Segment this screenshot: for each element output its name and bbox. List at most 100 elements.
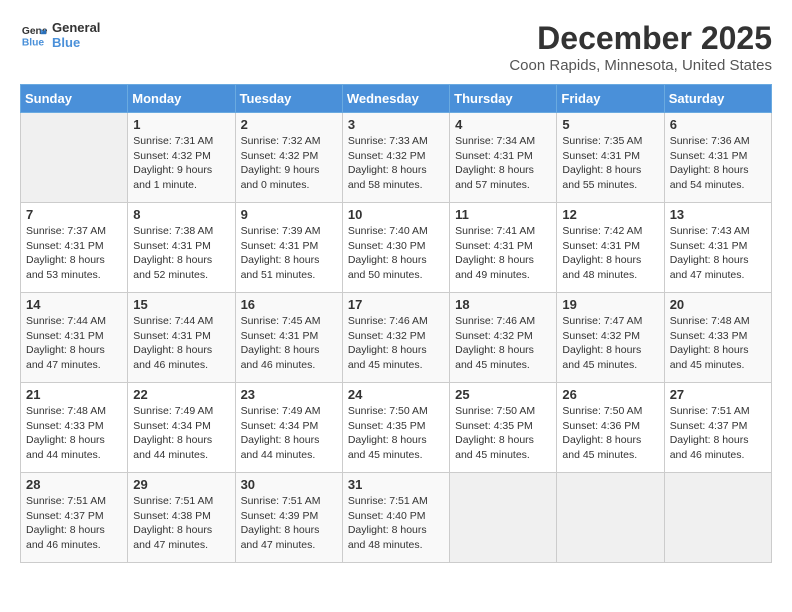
day-info: Sunrise: 7:42 AM Sunset: 4:31 PM Dayligh… (562, 224, 658, 283)
day-number: 30 (241, 477, 337, 492)
day-info: Sunrise: 7:48 AM Sunset: 4:33 PM Dayligh… (670, 314, 766, 373)
day-cell: 24 Sunrise: 7:50 AM Sunset: 4:35 PM Dayli… (342, 383, 449, 473)
day-info: Sunrise: 7:34 AM Sunset: 4:31 PM Dayligh… (455, 134, 551, 193)
day-cell: 20 Sunrise: 7:48 AM Sunset: 4:33 PM Dayli… (664, 293, 771, 383)
logo-line2: Blue (52, 35, 100, 50)
day-cell: 21 Sunrise: 7:48 AM Sunset: 4:33 PM Dayli… (21, 383, 128, 473)
day-number: 5 (562, 117, 658, 132)
day-number: 25 (455, 387, 551, 402)
calendar-table: SundayMondayTuesdayWednesdayThursdayFrid… (20, 84, 772, 563)
day-cell (450, 473, 557, 563)
day-number: 20 (670, 297, 766, 312)
day-number: 14 (26, 297, 122, 312)
day-cell: 8 Sunrise: 7:38 AM Sunset: 4:31 PM Daylig… (128, 203, 235, 293)
day-info: Sunrise: 7:36 AM Sunset: 4:31 PM Dayligh… (670, 134, 766, 193)
column-header-friday: Friday (557, 85, 664, 113)
day-cell: 7 Sunrise: 7:37 AM Sunset: 4:31 PM Daylig… (21, 203, 128, 293)
day-cell: 6Sunrise: 7:36 AM Sunset: 4:31 PM Daylig… (664, 113, 771, 203)
day-number: 7 (26, 207, 122, 222)
day-info: Sunrise: 7:35 AM Sunset: 4:31 PM Dayligh… (562, 134, 658, 193)
day-number: 21 (26, 387, 122, 402)
week-row: 7 Sunrise: 7:37 AM Sunset: 4:31 PM Daylig… (21, 203, 772, 293)
day-number: 22 (133, 387, 229, 402)
day-cell: 1 Sunrise: 7:31 AM Sunset: 4:32 PM Daylig… (128, 113, 235, 203)
day-number: 8 (133, 207, 229, 222)
day-cell (664, 473, 771, 563)
day-cell: 5 Sunrise: 7:35 AM Sunset: 4:31 PM Daylig… (557, 113, 664, 203)
day-cell: 26 Sunrise: 7:50 AM Sunset: 4:36 PM Dayli… (557, 383, 664, 473)
day-info: Sunrise: 7:46 AM Sunset: 4:32 PM Dayligh… (348, 314, 444, 373)
day-cell: 10 Sunrise: 7:40 AM Sunset: 4:30 PM Dayli… (342, 203, 449, 293)
day-info: Sunrise: 7:50 AM Sunset: 4:36 PM Dayligh… (562, 404, 658, 463)
day-number: 11 (455, 207, 551, 222)
week-row: 1 Sunrise: 7:31 AM Sunset: 4:32 PM Daylig… (21, 113, 772, 203)
day-number: 28 (26, 477, 122, 492)
day-number: 13 (670, 207, 766, 222)
day-cell: 28 Sunrise: 7:51 AM Sunset: 4:37 PM Dayli… (21, 473, 128, 563)
day-info: Sunrise: 7:51 AM Sunset: 4:40 PM Dayligh… (348, 494, 444, 553)
day-info: Sunrise: 7:44 AM Sunset: 4:31 PM Dayligh… (26, 314, 122, 373)
day-info: Sunrise: 7:49 AM Sunset: 4:34 PM Dayligh… (133, 404, 229, 463)
day-number: 24 (348, 387, 444, 402)
column-header-sunday: Sunday (21, 85, 128, 113)
day-cell: 12 Sunrise: 7:42 AM Sunset: 4:31 PM Dayli… (557, 203, 664, 293)
day-info: Sunrise: 7:37 AM Sunset: 4:31 PM Dayligh… (26, 224, 122, 283)
day-number: 18 (455, 297, 551, 312)
day-cell: 18Sunrise: 7:46 AM Sunset: 4:32 PM Dayli… (450, 293, 557, 383)
column-header-monday: Monday (128, 85, 235, 113)
title-block: December 2025 Coon Rapids, Minnesota, Un… (509, 20, 772, 74)
day-info: Sunrise: 7:45 AM Sunset: 4:31 PM Dayligh… (241, 314, 337, 373)
day-info: Sunrise: 7:51 AM Sunset: 4:39 PM Dayligh… (241, 494, 337, 553)
day-info: Sunrise: 7:47 AM Sunset: 4:32 PM Dayligh… (562, 314, 658, 373)
week-row: 14 Sunrise: 7:44 AM Sunset: 4:31 PM Dayli… (21, 293, 772, 383)
day-info: Sunrise: 7:50 AM Sunset: 4:35 PM Dayligh… (348, 404, 444, 463)
day-number: 15 (133, 297, 229, 312)
day-cell: 29Sunrise: 7:51 AM Sunset: 4:38 PM Dayli… (128, 473, 235, 563)
day-number: 4 (455, 117, 551, 132)
day-cell: 14 Sunrise: 7:44 AM Sunset: 4:31 PM Dayli… (21, 293, 128, 383)
day-cell: 3Sunrise: 7:33 AM Sunset: 4:32 PM Daylig… (342, 113, 449, 203)
day-cell: 27Sunrise: 7:51 AM Sunset: 4:37 PM Dayli… (664, 383, 771, 473)
day-cell: 31Sunrise: 7:51 AM Sunset: 4:40 PM Dayli… (342, 473, 449, 563)
day-number: 1 (133, 117, 229, 132)
column-header-thursday: Thursday (450, 85, 557, 113)
day-cell: 11 Sunrise: 7:41 AM Sunset: 4:31 PM Dayli… (450, 203, 557, 293)
day-cell: 22 Sunrise: 7:49 AM Sunset: 4:34 PM Dayli… (128, 383, 235, 473)
day-info: Sunrise: 7:40 AM Sunset: 4:30 PM Dayligh… (348, 224, 444, 283)
day-cell: 17 Sunrise: 7:46 AM Sunset: 4:32 PM Dayli… (342, 293, 449, 383)
day-info: Sunrise: 7:50 AM Sunset: 4:35 PM Dayligh… (455, 404, 551, 463)
day-number: 27 (670, 387, 766, 402)
logo-icon: General Blue (20, 21, 48, 49)
day-info: Sunrise: 7:49 AM Sunset: 4:34 PM Dayligh… (241, 404, 337, 463)
day-info: Sunrise: 7:38 AM Sunset: 4:31 PM Dayligh… (133, 224, 229, 283)
column-header-saturday: Saturday (664, 85, 771, 113)
day-info: Sunrise: 7:39 AM Sunset: 4:31 PM Dayligh… (241, 224, 337, 283)
column-header-wednesday: Wednesday (342, 85, 449, 113)
day-info: Sunrise: 7:44 AM Sunset: 4:31 PM Dayligh… (133, 314, 229, 373)
day-cell: 4 Sunrise: 7:34 AM Sunset: 4:31 PM Daylig… (450, 113, 557, 203)
week-row: 28 Sunrise: 7:51 AM Sunset: 4:37 PM Dayli… (21, 473, 772, 563)
day-number: 10 (348, 207, 444, 222)
day-info: Sunrise: 7:51 AM Sunset: 4:37 PM Dayligh… (26, 494, 122, 553)
day-info: Sunrise: 7:51 AM Sunset: 4:38 PM Dayligh… (133, 494, 229, 553)
day-info: Sunrise: 7:43 AM Sunset: 4:31 PM Dayligh… (670, 224, 766, 283)
day-number: 17 (348, 297, 444, 312)
day-info: Sunrise: 7:48 AM Sunset: 4:33 PM Dayligh… (26, 404, 122, 463)
week-row: 21 Sunrise: 7:48 AM Sunset: 4:33 PM Dayli… (21, 383, 772, 473)
day-cell: 30 Sunrise: 7:51 AM Sunset: 4:39 PM Dayli… (235, 473, 342, 563)
day-number: 12 (562, 207, 658, 222)
calendar-title: December 2025 (509, 20, 772, 57)
day-cell: 9Sunrise: 7:39 AM Sunset: 4:31 PM Daylig… (235, 203, 342, 293)
day-number: 26 (562, 387, 658, 402)
day-cell: 16 Sunrise: 7:45 AM Sunset: 4:31 PM Dayli… (235, 293, 342, 383)
column-header-tuesday: Tuesday (235, 85, 342, 113)
header-row: SundayMondayTuesdayWednesdayThursdayFrid… (21, 85, 772, 113)
day-info: Sunrise: 7:31 AM Sunset: 4:32 PM Dayligh… (133, 134, 229, 193)
day-number: 19 (562, 297, 658, 312)
day-cell (21, 113, 128, 203)
day-cell: 23Sunrise: 7:49 AM Sunset: 4:34 PM Dayli… (235, 383, 342, 473)
day-info: Sunrise: 7:41 AM Sunset: 4:31 PM Dayligh… (455, 224, 551, 283)
day-number: 16 (241, 297, 337, 312)
logo: General Blue General Blue (20, 20, 100, 50)
day-number: 3 (348, 117, 444, 132)
